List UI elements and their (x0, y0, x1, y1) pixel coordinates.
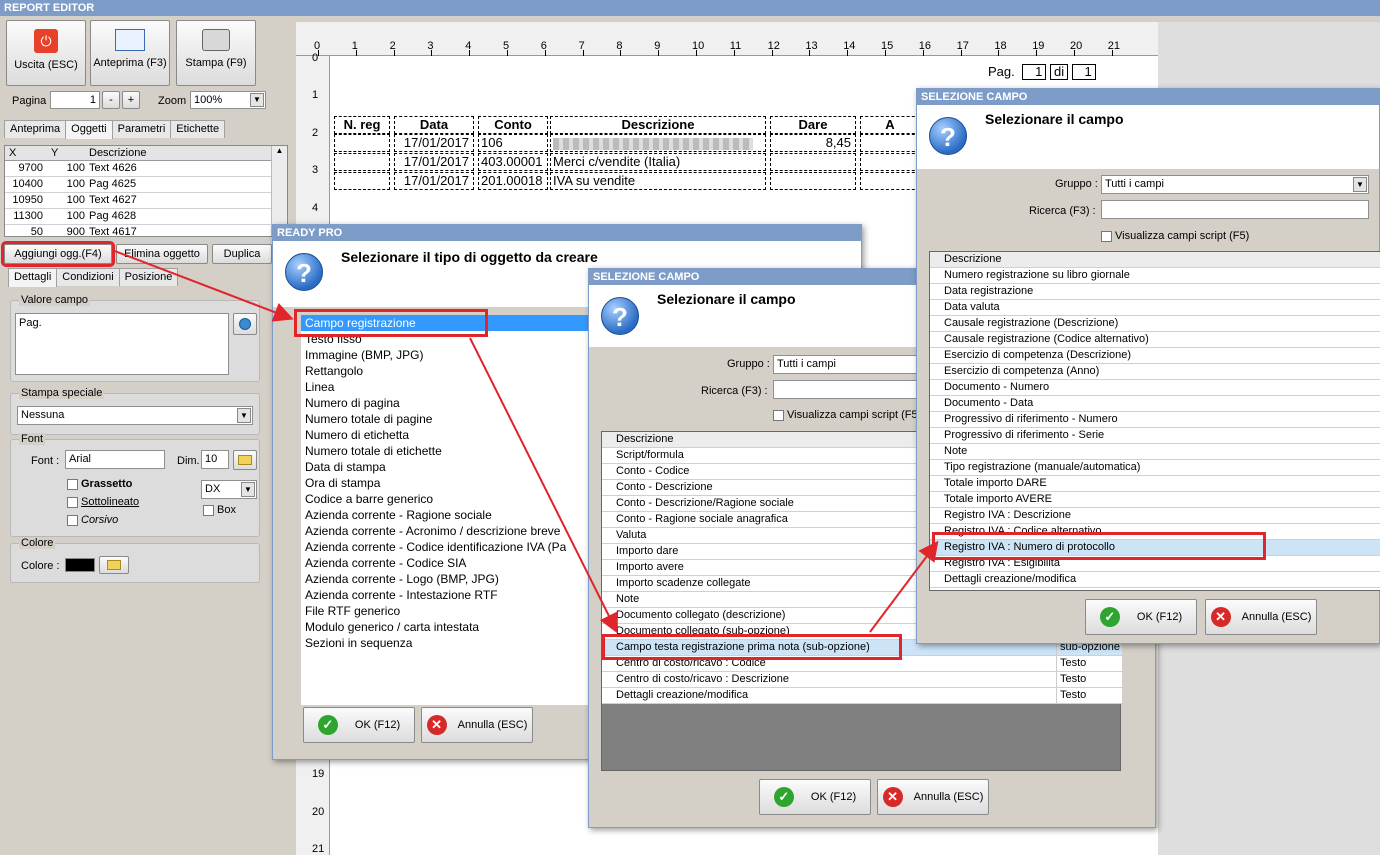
arrow-3 (869, 540, 939, 633)
arrow-1 (111, 249, 294, 322)
annotation-arrows (111, 249, 939, 634)
arrow-2 (469, 337, 618, 634)
